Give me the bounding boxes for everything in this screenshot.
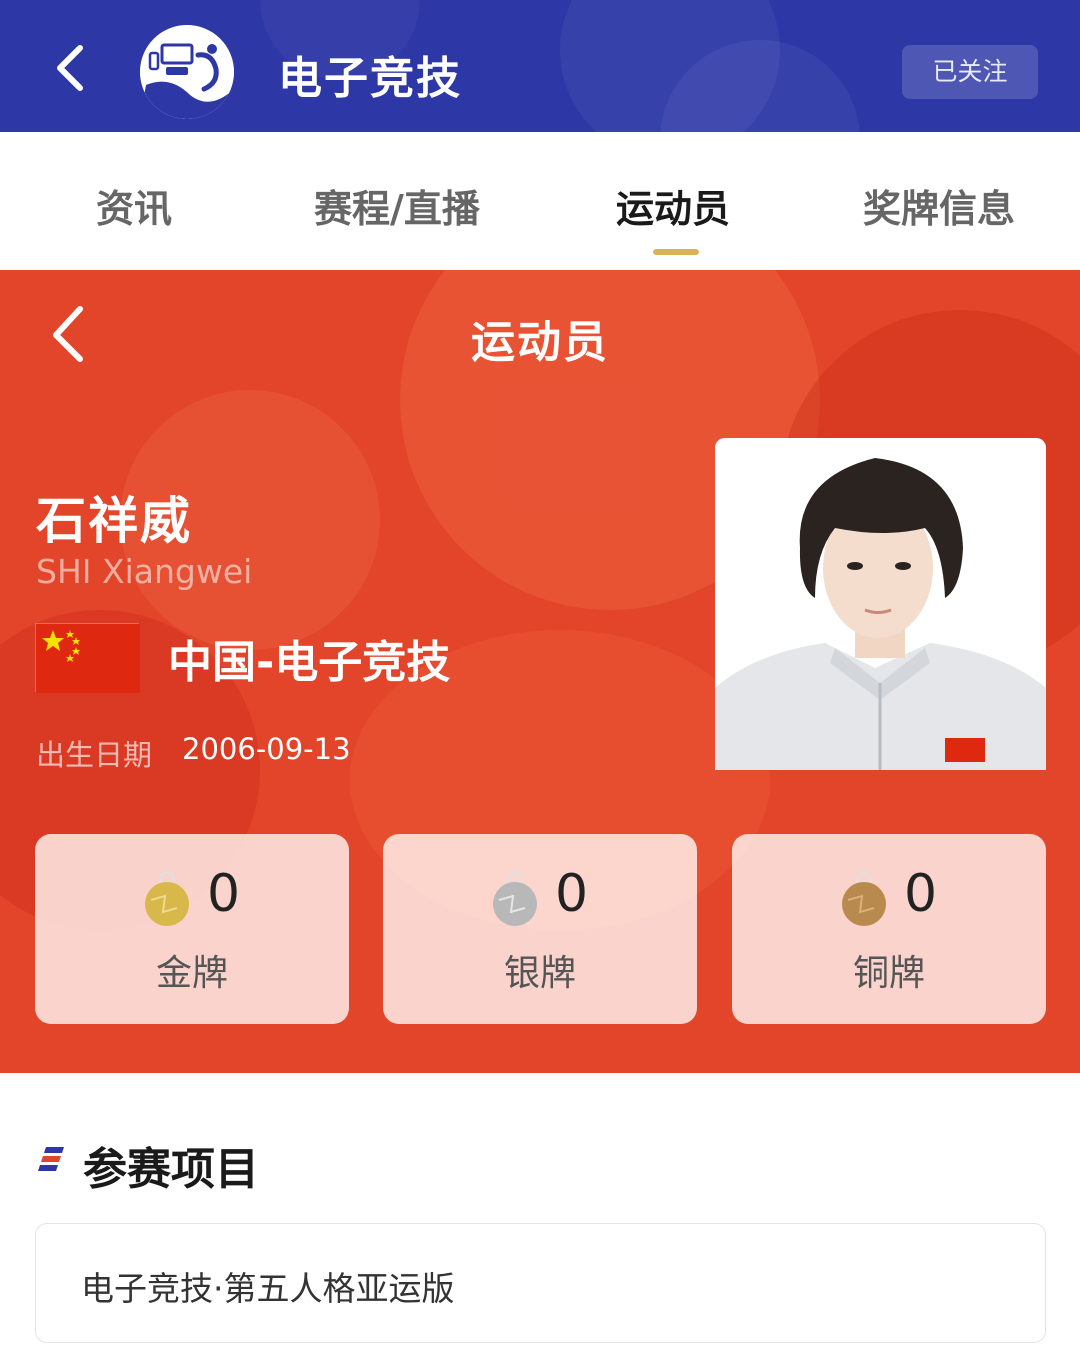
- silver-count: 0: [555, 864, 589, 924]
- gold-count: 0: [207, 864, 241, 924]
- dob-label: 出生日期: [36, 738, 153, 772]
- event-item[interactable]: 电子竞技·第五人格亚运版: [35, 1223, 1046, 1343]
- top-header: 电子竞技 已关注: [0, 0, 1080, 132]
- medal-card-silver: 0 银牌: [383, 834, 697, 1024]
- section-stripes-icon: [38, 1147, 64, 1171]
- event-label: 电子竞技·第五人格亚运版: [81, 1269, 455, 1308]
- tab-medals[interactable]: 奖牌信息: [863, 178, 1015, 233]
- athlete-hero: 运动员 石祥威 SHI Xiangwei 中国-电子竞技 出生日期 2006-0…: [0, 270, 1080, 1073]
- athlete-photo: [715, 438, 1046, 770]
- dob-value: 2006-09-13: [182, 732, 351, 766]
- active-tab-indicator: [653, 249, 699, 255]
- gold-medal-icon: [145, 872, 189, 926]
- china-flag-icon: [35, 623, 140, 693]
- athlete-name-en: SHI Xiangwei: [36, 552, 253, 591]
- bronze-count: 0: [904, 864, 938, 924]
- chevron-left-icon: [57, 45, 83, 91]
- bronze-medal-icon: [842, 872, 886, 926]
- esports-logo-icon: [140, 25, 234, 119]
- section-title: 参赛项目: [83, 1144, 259, 1195]
- medal-card-gold: 0 金牌: [35, 834, 349, 1024]
- tab-athletes[interactable]: 运动员: [616, 178, 730, 233]
- silver-label: 银牌: [503, 953, 576, 994]
- bronze-label: 铜牌: [852, 953, 925, 994]
- athlete-name: 石祥威: [36, 492, 192, 550]
- tab-schedule[interactable]: 赛程/直播: [314, 178, 480, 233]
- medal-card-bronze: 0 铜牌: [732, 834, 1046, 1024]
- page-title: 运动员: [471, 317, 609, 368]
- tab-bar: 资讯 赛程/直播 运动员 奖牌信息: [0, 132, 1080, 270]
- back-button[interactable]: [48, 38, 96, 98]
- events-section: 参赛项目 电子竞技·第五人格亚运版: [0, 1073, 1080, 1355]
- silver-medal-icon: [493, 872, 537, 926]
- header-title: 电子竞技: [278, 53, 462, 104]
- team-label: 中国-电子竞技: [168, 637, 451, 688]
- follow-button[interactable]: 已关注: [902, 45, 1038, 99]
- gold-label: 金牌: [155, 953, 228, 994]
- tab-news[interactable]: 资讯: [96, 178, 172, 233]
